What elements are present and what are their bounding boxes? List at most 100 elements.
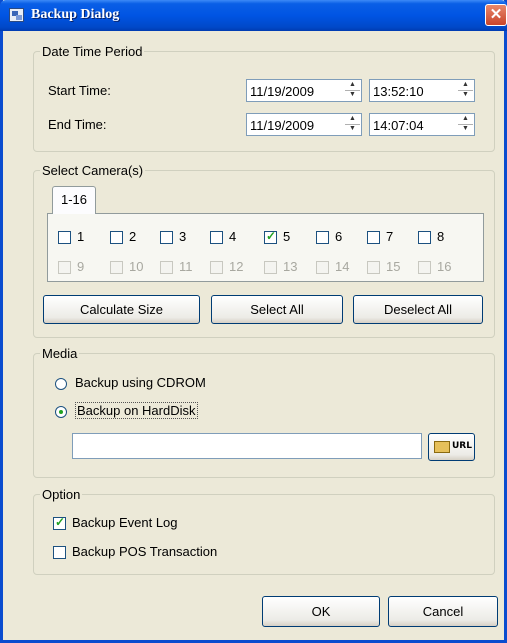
spin-up-icon[interactable]: ▲ [345, 81, 360, 91]
camera-checkbox: 10 [110, 259, 143, 275]
camera-label: 15 [386, 259, 401, 274]
camera-checkbox[interactable]: 3 [160, 229, 186, 245]
spin-up-icon[interactable]: ▲ [458, 81, 473, 91]
title-bar[interactable]: Backup Dialog ✕ [0, 0, 507, 31]
option-legend: Option [42, 487, 81, 502]
start-time-picker[interactable]: 13:52:10 ▲ ▼ [369, 79, 475, 102]
camera-label: 10 [129, 259, 144, 274]
camera-check-indicator[interactable] [110, 231, 123, 245]
camera-check-indicator[interactable] [418, 231, 431, 245]
camera-label: 3 [179, 229, 187, 244]
camera-checkbox: 13 [264, 259, 297, 275]
end-time-label: End Time: [48, 117, 107, 132]
camera-checkbox: 9 [58, 259, 84, 275]
open-folder-icon [434, 441, 450, 453]
camera-check-indicator [58, 261, 71, 275]
camera-label: 5 [283, 229, 291, 244]
camera-checkbox[interactable]: 4 [210, 229, 236, 245]
camera-check-indicator [316, 261, 329, 275]
end-time-value: 14:07:04 [373, 118, 424, 133]
spin-down-icon[interactable]: ▼ [345, 125, 360, 134]
deselect-all-button[interactable]: Deselect All [353, 295, 483, 324]
start-date-spinner[interactable]: ▲ ▼ [345, 81, 360, 100]
url-button-label: URL [452, 441, 472, 451]
end-date-spinner[interactable]: ▲ ▼ [345, 115, 360, 134]
camera-checkbox[interactable]: 2 [110, 229, 136, 245]
camera-check-indicator [367, 261, 380, 275]
camera-label: 6 [335, 229, 343, 244]
browse-url-button[interactable]: URL [428, 433, 475, 461]
camera-check-indicator [110, 261, 123, 275]
backup-pos-transaction-label: Backup POS Transaction [72, 544, 218, 559]
backup-cdrom-label: Backup using CDROM [75, 375, 206, 390]
end-date-value: 11/19/2009 [250, 118, 315, 133]
camera-label: 13 [283, 259, 298, 274]
end-date-picker[interactable]: 11/19/2009 ▲ ▼ [246, 113, 362, 136]
start-time-label: Start Time: [48, 83, 111, 98]
option-group: Option [33, 487, 495, 575]
camera-label: 1 [77, 229, 85, 244]
camera-check-indicator [160, 261, 173, 275]
tab-cameras-1-16[interactable]: 1-16 [52, 186, 96, 214]
camera-checkbox[interactable]: 5 [264, 229, 290, 245]
date-time-period-legend: Date Time Period [42, 44, 143, 59]
spin-up-icon[interactable]: ▲ [458, 115, 473, 125]
backup-path-input[interactable] [72, 433, 422, 459]
spin-down-icon[interactable]: ▼ [345, 91, 360, 100]
radio-harddisk-indicator[interactable] [55, 405, 67, 418]
select-cameras-legend: Select Camera(s) [42, 163, 144, 178]
camera-checkbox: 14 [316, 259, 349, 275]
start-date-picker[interactable]: 11/19/2009 ▲ ▼ [246, 79, 362, 102]
camera-checkbox: 16 [418, 259, 451, 275]
media-legend: Media [42, 346, 78, 361]
start-time-spinner[interactable]: ▲ ▼ [458, 81, 473, 100]
camera-check-indicator[interactable] [210, 231, 223, 245]
camera-label: 16 [437, 259, 452, 274]
event-log-check-indicator[interactable] [53, 515, 66, 531]
end-time-picker[interactable]: 14:07:04 ▲ ▼ [369, 113, 475, 136]
backup-pos-transaction-checkbox[interactable]: Backup POS Transaction [53, 544, 218, 560]
camera-label: 12 [229, 259, 244, 274]
cancel-button[interactable]: Cancel [388, 596, 498, 627]
camera-check-indicator [210, 261, 223, 275]
camera-check-indicator[interactable] [160, 231, 173, 245]
camera-checkbox: 11 [160, 259, 193, 275]
camera-check-indicator[interactable] [367, 231, 380, 245]
camera-checkbox[interactable]: 7 [367, 229, 393, 245]
select-all-button[interactable]: Select All [211, 295, 343, 324]
pos-check-indicator[interactable] [53, 546, 66, 560]
camera-check-indicator [418, 261, 431, 275]
camera-checkbox[interactable]: 1 [58, 229, 84, 245]
radio-cdrom-indicator[interactable] [55, 377, 67, 390]
camera-checkbox[interactable]: 8 [418, 229, 444, 245]
camera-checkbox: 15 [367, 259, 400, 275]
close-icon[interactable]: ✕ [485, 4, 507, 26]
camera-checkbox[interactable]: 6 [316, 229, 342, 245]
camera-check-indicator [264, 261, 277, 275]
calculate-size-button[interactable]: Calculate Size [43, 295, 200, 324]
camera-label: 14 [335, 259, 350, 274]
camera-check-indicator[interactable] [58, 231, 71, 245]
backup-harddisk-label: Backup on HardDisk [75, 402, 198, 419]
start-time-value: 13:52:10 [373, 84, 424, 99]
camera-label: 7 [386, 229, 394, 244]
backup-harddisk-radio[interactable]: Backup on HardDisk [55, 402, 198, 419]
backup-event-log-checkbox[interactable]: Backup Event Log [53, 515, 178, 531]
camera-check-indicator[interactable] [264, 229, 277, 245]
window-title: Backup Dialog [31, 7, 120, 22]
end-time-spinner[interactable]: ▲ ▼ [458, 115, 473, 134]
spin-down-icon[interactable]: ▼ [458, 91, 473, 100]
camera-label: 2 [129, 229, 137, 244]
camera-checkbox: 12 [210, 259, 243, 275]
spin-up-icon[interactable]: ▲ [345, 115, 360, 125]
spin-down-icon[interactable]: ▼ [458, 125, 473, 134]
camera-label: 11 [179, 259, 193, 274]
ok-button[interactable]: OK [262, 596, 380, 627]
camera-check-indicator[interactable] [316, 231, 329, 245]
start-date-value: 11/19/2009 [250, 84, 315, 99]
app-icon [9, 8, 24, 22]
backup-cdrom-radio[interactable]: Backup using CDROM [55, 375, 206, 390]
camera-label: 9 [77, 259, 85, 274]
backup-event-log-label: Backup Event Log [72, 515, 178, 530]
camera-label: 4 [229, 229, 237, 244]
